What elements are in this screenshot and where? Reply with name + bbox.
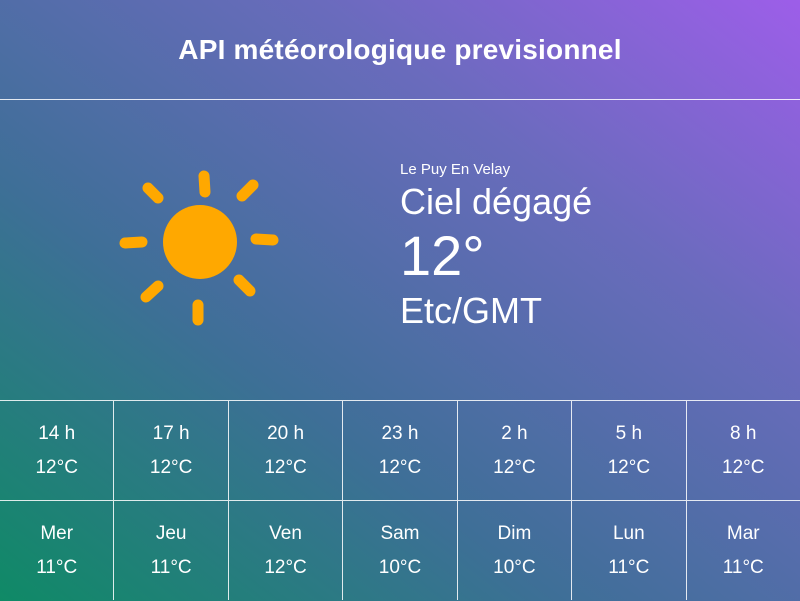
current-weather: Le Puy En Velay Ciel dégagé 12° Etc/GMT <box>0 100 800 400</box>
current-temperature: 12° <box>400 224 485 287</box>
day-label: Ven <box>269 523 302 544</box>
daily-cell: Dim 10°C <box>458 501 573 600</box>
hourly-cell: 2 h 12°C <box>458 401 573 500</box>
city-name: Le Puy En Velay <box>400 161 511 178</box>
hour-temp: 12°C <box>264 457 307 478</box>
hour-temp: 12°C <box>149 457 193 478</box>
current-info: Le Puy En Velay Ciel dégagé 12° Etc/GMT <box>400 160 592 334</box>
daily-cell: Sam 10°C <box>343 501 458 600</box>
hour-temp: 12°C <box>35 457 78 478</box>
daily-cell: Lun 11°C <box>572 501 687 600</box>
daily-forecast: Mer 11°C Jeu 11°C Ven 12°C Sam 10°C Dim … <box>0 500 800 600</box>
day-label: Sam <box>380 523 420 544</box>
hourly-cell: 20 h 12°C <box>229 401 344 500</box>
hour-label: 23 h <box>381 423 419 444</box>
day-temp: 11°C <box>36 557 78 578</box>
hour-temp: 12°C <box>378 457 422 478</box>
daily-cell: Mar 11°C <box>687 501 800 600</box>
hour-label: 14 h <box>38 423 76 444</box>
hourly-cell: 5 h 12°C <box>572 401 687 500</box>
sun-icon <box>110 160 290 340</box>
day-temp: 12°C <box>264 557 307 578</box>
header: API météorologique previsionnel <box>0 0 800 100</box>
hourly-cell: 8 h 12°C <box>687 401 800 500</box>
day-temp: 10°C <box>378 557 422 578</box>
day-temp: 10°C <box>493 557 536 578</box>
hourly-forecast: 14 h 12°C 17 h 12°C 20 h 12°C 23 h 12°C … <box>0 400 800 500</box>
hour-label: 8 h <box>730 423 757 444</box>
hour-label: 17 h <box>152 423 190 444</box>
day-label: Mar <box>726 523 760 544</box>
weather-description: Ciel dégagé <box>400 181 593 222</box>
hourly-cell: 17 h 12°C <box>114 401 229 500</box>
day-temp: 11°C <box>608 557 650 578</box>
page-title: API météorologique previsionnel <box>178 33 622 65</box>
hour-temp: 12°C <box>493 457 536 478</box>
daily-cell: Jeu 11°C <box>114 501 229 600</box>
timezone: Etc/GMT <box>400 290 542 331</box>
hourly-cell: 14 h 12°C <box>0 401 115 500</box>
daily-cell: Mer 11°C <box>0 501 115 600</box>
hourly-cell: 23 h 12°C <box>343 401 458 500</box>
day-temp: 11°C <box>722 557 764 578</box>
day-temp: 11°C <box>150 557 192 578</box>
hour-temp: 12°C <box>607 457 651 478</box>
hour-temp: 12°C <box>722 457 765 478</box>
hour-label: 5 h <box>615 423 643 444</box>
day-label: Mer <box>40 523 74 544</box>
daily-cell: Ven 12°C <box>229 501 344 600</box>
hour-label: 2 h <box>501 423 528 444</box>
hour-label: 20 h <box>267 423 305 444</box>
day-label: Jeu <box>155 523 187 544</box>
day-label: Dim <box>497 523 532 544</box>
day-label: Lun <box>612 523 645 544</box>
